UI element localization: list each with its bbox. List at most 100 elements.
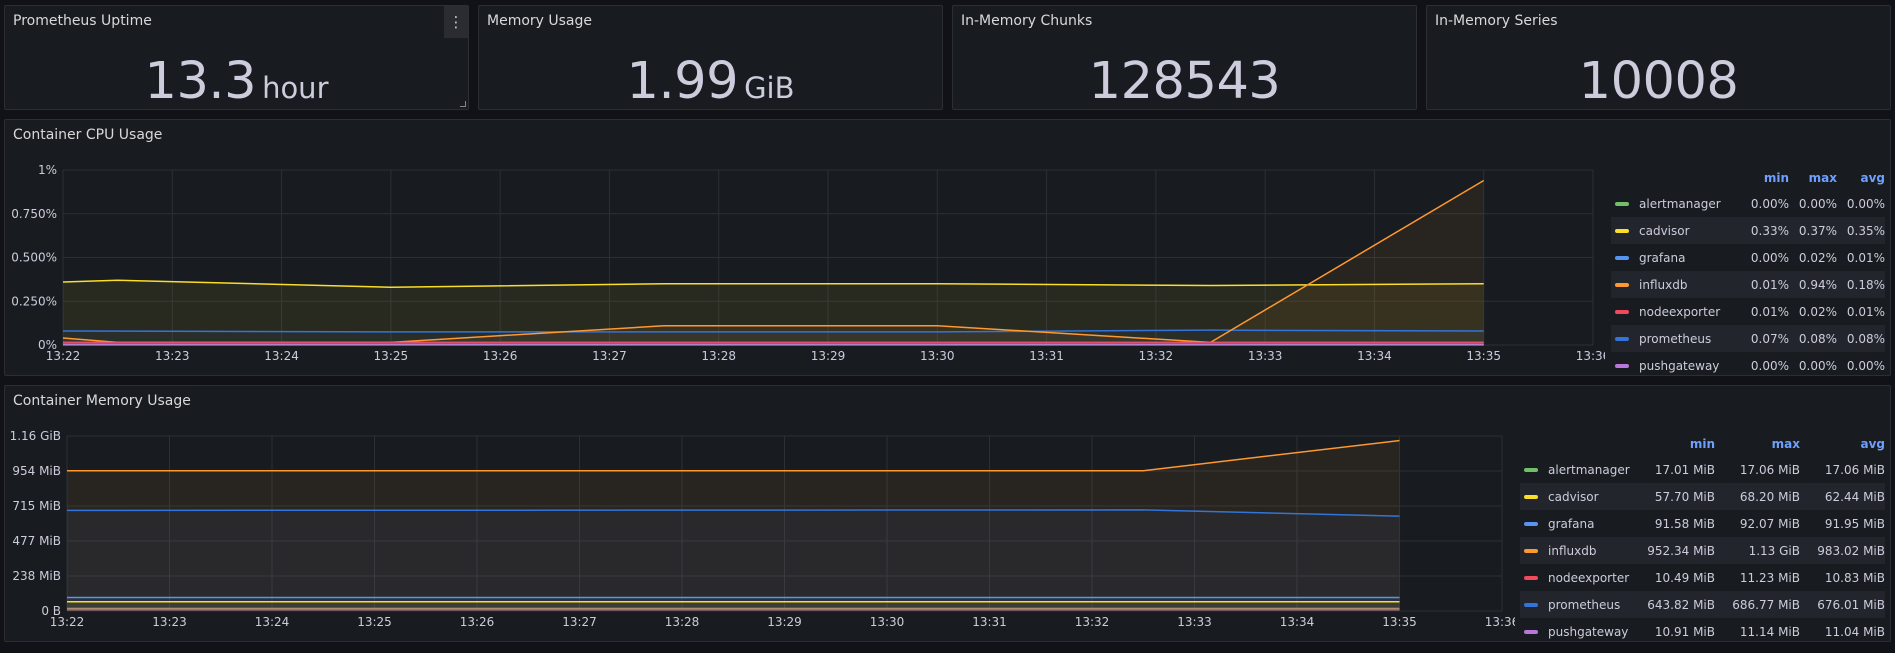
legend-min-value: 952.34 MiB [1630,537,1715,564]
legend-series-name[interactable]: grafana [1639,251,1685,265]
y-tick-label: 238 MiB [12,569,61,583]
series-color-swatch [1524,495,1538,499]
legend-series-name[interactable]: alertmanager [1548,463,1630,477]
legend-series[interactable]: prometheus [1520,591,1630,618]
series-color-swatch [1615,229,1629,233]
x-tick-label: 13:35 [1382,615,1417,629]
legend-row-prometheus[interactable]: prometheus 0.07% 0.08% 0.08% [1611,325,1885,352]
legend-series-name[interactable]: cadvisor [1639,224,1690,238]
stat-panel-chunks[interactable]: In-Memory Chunks 128543 [952,5,1417,111]
legend-series[interactable]: pushgateway [1520,618,1630,645]
legend-row-nodeexporter[interactable]: nodeexporter 10.49 MiB 11.23 MiB 10.83 MiB [1520,564,1885,591]
y-tick-label: 1% [38,163,57,177]
legend-series-name[interactable]: influxdb [1639,278,1687,292]
legend-series-name[interactable]: prometheus [1548,598,1620,612]
legend-series-name[interactable]: grafana [1548,517,1594,531]
legend-min-value: 0.00% [1750,250,1789,265]
x-tick-label: 13:33 [1177,615,1212,629]
legend-series[interactable]: nodeexporter [1520,564,1630,591]
x-tick-label: 13:23 [152,615,187,629]
stat-panel-series[interactable]: In-Memory Series 10008 [1426,5,1891,111]
legend-series[interactable]: cadvisor [1520,483,1630,510]
legend-series[interactable]: grafana [1611,244,1741,271]
legend-series[interactable]: pushgateway [1611,352,1741,379]
legend-row-grafana[interactable]: grafana 0.00% 0.02% 0.01% [1611,244,1885,271]
legend-min-value: 0.01% [1741,271,1789,298]
panel-menu-icon[interactable]: ⋮ [444,6,468,38]
legend-series-name[interactable]: pushgateway [1548,625,1628,639]
series-color-swatch [1615,364,1629,368]
legend-min-value: 17.01 MiB [1654,462,1715,477]
stat-panel-uptime[interactable]: Prometheus Uptime ⋮ 13.3 hour [4,5,469,111]
series-color-swatch [1524,522,1538,526]
legend-avg-value: 0.08% [1837,325,1885,352]
legend-max-value: 0.94% [1789,271,1837,298]
legend-header-min[interactable]: min [1630,432,1715,456]
legend-row-alertmanager[interactable]: alertmanager 17.01 MiB 17.06 MiB 17.06 MiB [1520,456,1885,483]
legend-series[interactable]: influxdb [1520,537,1630,564]
legend-series[interactable]: nodeexporter [1611,298,1741,325]
legend-avg-value: 91.95 MiB [1824,516,1885,531]
legend-series[interactable]: prometheus [1611,325,1741,352]
x-tick-label: 13:26 [483,349,518,363]
legend-header-min[interactable]: min [1741,166,1789,190]
legend-header-max[interactable]: max [1715,432,1800,456]
x-tick-label: 13:28 [665,615,700,629]
x-tick-label: 13:31 [972,615,1007,629]
x-tick-label: 13:27 [592,349,627,363]
x-tick-label: 13:34 [1357,349,1392,363]
x-tick-label: 13:27 [562,615,597,629]
legend-header-avg[interactable]: avg [1837,166,1885,190]
legend-row-grafana[interactable]: grafana 91.58 MiB 92.07 MiB 91.95 MiB [1520,510,1885,537]
stat-panel-memory[interactable]: Memory Usage 1.99 GiB [478,5,943,111]
legend-series-name[interactable]: cadvisor [1548,490,1599,504]
x-tick-label: 13:22 [46,349,81,363]
panel-title: In-Memory Chunks [961,13,1093,29]
cpu-usage-chart[interactable]: 1%0.750%0.500%0.250%0%13:22 13:23 13:24 13:… [5,120,1605,377]
stat-unit: hour [262,71,329,105]
legend-avg-value: 0.01% [1846,304,1885,319]
legend-header-avg[interactable]: avg [1800,432,1885,456]
memory-usage-chart[interactable]: 1.16 GiB954 MiB715 MiB477 MiB238 MiB0 B1… [5,386,1515,643]
series-color-swatch [1615,337,1629,341]
legend-header-max[interactable]: max [1789,166,1837,190]
resize-handle-icon[interactable] [460,101,466,107]
x-tick-label: 13:33 [1248,349,1283,363]
legend-row-alertmanager[interactable]: alertmanager 0.00% 0.00% 0.00% [1611,190,1885,217]
legend-avg-value: 0.35% [1837,217,1885,244]
legend-row-nodeexporter[interactable]: nodeexporter 0.01% 0.02% 0.01% [1611,298,1885,325]
memory-usage-panel[interactable]: Container Memory Usage 1.16 GiB 954 MiB 71… [4,385,1891,642]
legend-avg-value: 983.02 MiB [1800,537,1885,564]
legend-series-name[interactable]: influxdb [1548,544,1596,558]
y-tick-label: 477 MiB [12,534,61,548]
legend-series-name[interactable]: alertmanager [1639,197,1721,211]
legend-series-name[interactable]: pushgateway [1639,359,1719,373]
legend-series-name[interactable]: nodeexporter [1639,305,1720,319]
y-tick-label: 0.500% [11,251,57,265]
legend-row-pushgateway[interactable]: pushgateway 10.91 MiB 11.14 MiB 11.04 MiB [1520,618,1885,645]
legend-series[interactable]: alertmanager [1520,456,1630,483]
series-color-swatch [1615,202,1629,206]
legend-series-name[interactable]: prometheus [1639,332,1711,346]
legend-max-value: 17.06 MiB [1739,462,1800,477]
legend-series[interactable]: grafana [1520,510,1630,537]
x-tick-label: 13:30 [870,615,905,629]
y-tick-label: 1.16 GiB [10,429,61,443]
legend-row-cadvisor[interactable]: cadvisor 0.33% 0.37% 0.35% [1611,217,1885,244]
legend-max-value: 11.23 MiB [1739,570,1800,585]
legend-series[interactable]: cadvisor [1611,217,1741,244]
legend-series[interactable]: alertmanager [1611,190,1741,217]
legend-row-prometheus[interactable]: prometheus 643.82 MiB 686.77 MiB 676.01 MiB [1520,591,1885,618]
legend-series[interactable]: influxdb [1611,271,1741,298]
x-tick-label: 13:36 [1485,615,1515,629]
legend-row-pushgateway[interactable]: pushgateway 0.00% 0.00% 0.00% [1611,352,1885,379]
stat-value: 10008 [1427,52,1890,111]
legend-row-influxdb[interactable]: influxdb 0.01% 0.94% 0.18% [1611,271,1885,298]
legend-row-influxdb[interactable]: influxdb 952.34 MiB 1.13 GiB 983.02 MiB [1520,537,1885,564]
x-tick-label: 13:29 [811,349,846,363]
legend-series-name[interactable]: nodeexporter [1548,571,1629,585]
stat-unit: GiB [744,71,795,105]
cpu-usage-panel[interactable]: Container CPU Usage 1% 0.750% 0.500% 0.250%… [4,119,1891,376]
legend-avg-value: 10.83 MiB [1824,570,1885,585]
legend-row-cadvisor[interactable]: cadvisor 57.70 MiB 68.20 MiB 62.44 MiB [1520,483,1885,510]
